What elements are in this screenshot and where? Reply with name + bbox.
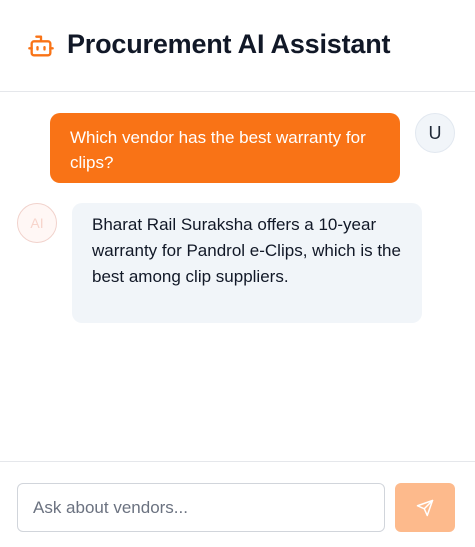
- chat-app: Procurement AI Assistant Which vendor ha…: [0, 0, 475, 547]
- send-icon: [416, 499, 434, 517]
- user-avatar: U: [415, 113, 455, 153]
- assistant-message-bubble: Bharat Rail Suraksha offers a 10-year wa…: [72, 203, 422, 323]
- message-input[interactable]: [17, 483, 385, 532]
- user-message-bubble: Which vendor has the best warranty for c…: [50, 113, 400, 183]
- ai-avatar: AI: [17, 203, 57, 243]
- send-button[interactable]: [395, 483, 455, 532]
- bot-icon: [27, 32, 55, 60]
- composer: [0, 461, 475, 547]
- page-title: Procurement AI Assistant: [67, 29, 391, 59]
- header: Procurement AI Assistant: [0, 0, 475, 92]
